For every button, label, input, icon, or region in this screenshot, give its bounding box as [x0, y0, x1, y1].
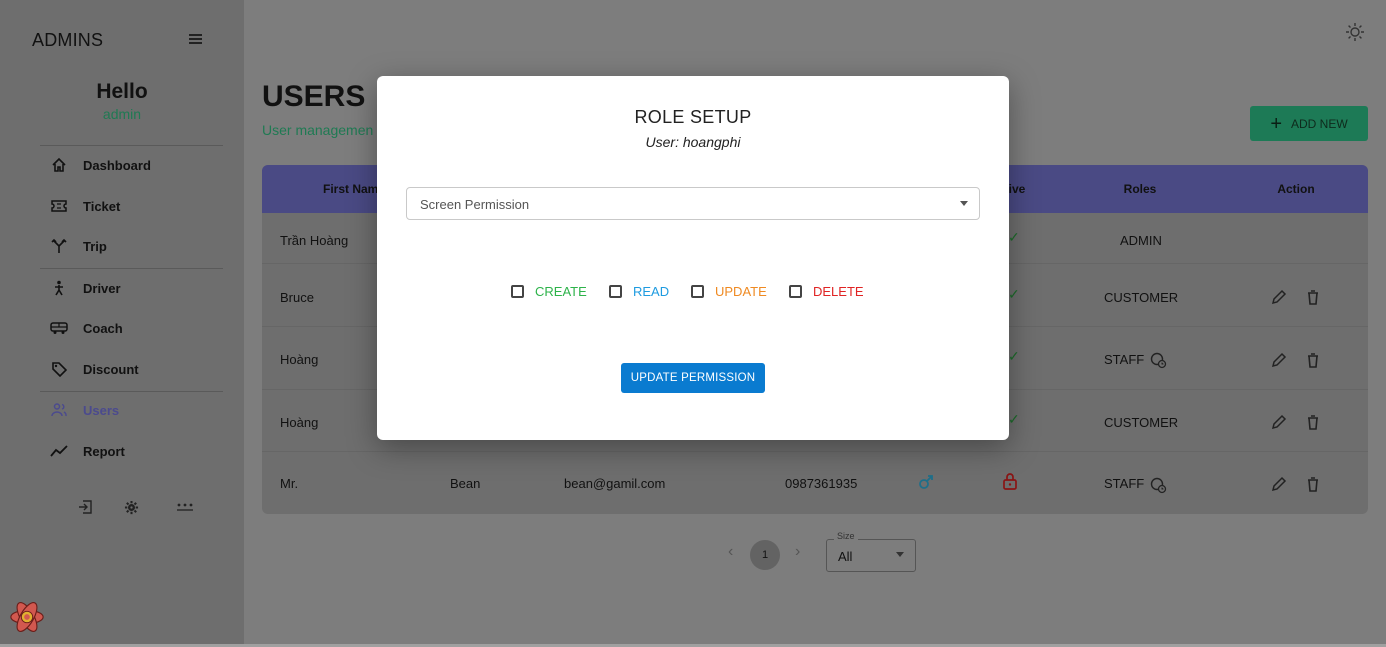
screen-permission-placeholder: Screen Permission: [420, 197, 530, 212]
sidebar-item-report[interactable]: Report: [40, 433, 223, 469]
checkbox-box[interactable]: [691, 285, 704, 298]
role-cell: CUSTOMER: [1104, 415, 1179, 430]
active-check-icon: ✓: [1008, 229, 1020, 245]
page-size-label: Size: [834, 531, 858, 541]
lock-icon[interactable]: [1001, 472, 1019, 490]
role-cell: STAFF: [1104, 476, 1145, 491]
role-cell: ADMIN: [1120, 233, 1162, 248]
sidebar-item-label: Discount: [83, 361, 139, 377]
people-icon: [48, 399, 70, 421]
prev-page-icon[interactable]: ‹: [728, 543, 733, 561]
column-header-action[interactable]: Action: [1262, 165, 1330, 213]
more-icon[interactable]: [174, 496, 196, 518]
person-walking-icon: [48, 277, 70, 299]
role-cell: STAFF: [1104, 352, 1145, 367]
delete-icon[interactable]: [1304, 351, 1322, 369]
sidebar-item-label: Trip: [83, 238, 107, 254]
modal-title: ROLE SETUP: [634, 107, 752, 127]
sidebar-item-label: Dashboard: [83, 157, 151, 173]
permission-create-label: CREATE: [535, 284, 587, 299]
checkbox-box[interactable]: [609, 285, 622, 298]
page-title: USERS: [262, 80, 366, 113]
delete-icon[interactable]: [1304, 413, 1322, 431]
add-new-button[interactable]: + ADD NEW: [1250, 106, 1368, 141]
permission-delete-label: DELETE: [813, 284, 864, 299]
tag-icon: [48, 358, 70, 380]
checkbox-box[interactable]: [511, 285, 524, 298]
phone-cell: 0987361935: [785, 476, 858, 491]
first-name-cell: Trần Hoàng: [280, 233, 349, 248]
role-cell: CUSTOMER: [1104, 290, 1179, 305]
sidebar-item-users[interactable]: Users: [40, 392, 223, 428]
add-new-label: ADD NEW: [1291, 116, 1348, 131]
home-icon: [48, 154, 70, 176]
app-brand: ADMINS: [32, 30, 104, 50]
bus-icon: [48, 317, 70, 339]
sidebar-item-discount[interactable]: Discount: [40, 351, 223, 387]
first-name-cell: Bruce: [280, 290, 314, 305]
logout-icon[interactable]: [74, 496, 96, 518]
active-check-icon: ✓: [1008, 286, 1020, 302]
sidebar-item-label: Ticket: [83, 198, 121, 214]
update-permission-button[interactable]: UPDATE PERMISSION: [621, 363, 765, 393]
sidebar-item-dashboard[interactable]: Dashboard: [40, 147, 223, 183]
trend-icon: [48, 440, 70, 462]
male-gender-icon: [919, 475, 933, 489]
permission-read-label: READ: [633, 284, 670, 299]
chevron-down-icon: [896, 552, 904, 557]
first-name-cell: Hoàng: [280, 352, 319, 367]
plus-icon: +: [1270, 112, 1282, 135]
table-row[interactable]: Mr. Bean bean@gamil.com 0987361935 STAFF: [262, 452, 1368, 514]
last-name-cell: Bean: [450, 476, 481, 491]
delete-icon[interactable]: [1304, 475, 1322, 493]
sidebar-item-label: Driver: [83, 280, 121, 296]
sidebar-item-driver[interactable]: Driver: [40, 270, 223, 306]
screen-permission-select[interactable]: Screen Permission: [406, 187, 980, 220]
active-check-icon: ✓: [1008, 348, 1020, 364]
sidebar-item-label: Users: [83, 402, 120, 418]
active-check-icon: ✓: [1008, 411, 1020, 427]
ticket-icon: [48, 195, 70, 217]
manage-roles-icon[interactable]: [1150, 351, 1168, 369]
react-logo-icon[interactable]: [8, 598, 46, 636]
column-header-roles[interactable]: Roles: [1102, 165, 1178, 213]
email-cell: bean@gamil.com: [564, 476, 666, 491]
sidebar-item-trip[interactable]: Trip: [40, 228, 223, 264]
chevron-down-icon: [960, 201, 968, 206]
role-setup-modal: ROLE SETUP User: hoangphi Screen Permiss…: [377, 76, 1009, 440]
first-name-cell: Hoàng: [280, 415, 319, 430]
sidebar-item-ticket[interactable]: Ticket: [40, 188, 223, 224]
sidebar-item-label: Coach: [83, 320, 123, 336]
page-subtitle: User managemen: [262, 122, 374, 138]
permission-update-checkbox[interactable]: UPDATE: [691, 284, 767, 299]
edit-icon[interactable]: [1270, 288, 1288, 306]
sidebar-item-label: Report: [83, 443, 125, 459]
gear-icon[interactable]: [120, 496, 142, 518]
greeting-title: Hello: [96, 80, 148, 103]
divider: [40, 145, 223, 146]
permission-delete-checkbox[interactable]: DELETE: [789, 284, 864, 299]
modal-user-line: User: hoangphi: [645, 134, 741, 150]
edit-icon[interactable]: [1270, 351, 1288, 369]
edit-icon[interactable]: [1270, 475, 1288, 493]
permission-update-label: UPDATE: [715, 284, 767, 299]
divider: [40, 268, 223, 269]
sidebar-item-coach[interactable]: Coach: [40, 310, 223, 346]
theme-toggle-icon[interactable]: [1344, 21, 1366, 43]
sidebar-footer: [0, 496, 244, 520]
fork-icon: [48, 235, 70, 257]
first-name-cell: Mr.: [280, 476, 299, 491]
page-size-value: All: [838, 549, 853, 564]
permission-create-checkbox[interactable]: CREATE: [511, 284, 587, 299]
page-number-button[interactable]: 1: [750, 540, 780, 570]
checkbox-box[interactable]: [789, 285, 802, 298]
next-page-icon[interactable]: ›: [795, 543, 800, 561]
greeting-username: admin: [102, 106, 142, 122]
delete-icon[interactable]: [1304, 288, 1322, 306]
permission-read-checkbox[interactable]: READ: [609, 284, 669, 299]
manage-roles-icon[interactable]: [1150, 476, 1168, 494]
edit-icon[interactable]: [1270, 413, 1288, 431]
menu-toggle-icon[interactable]: [186, 29, 206, 49]
sidebar: ADMINS Hello admin Dashboard Ticket Trip…: [0, 0, 244, 647]
